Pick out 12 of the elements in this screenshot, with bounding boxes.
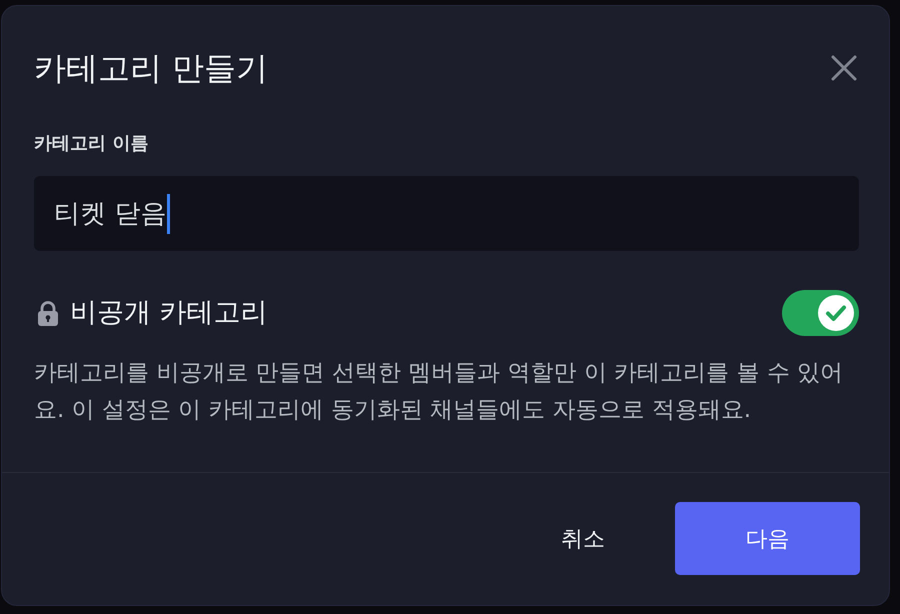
check-icon [817,294,855,332]
toggle-switch[interactable] [782,290,859,336]
setting-label: 비공개 카테고리 [70,296,268,330]
dialog-title: 카테고리 만들기 [34,49,268,87]
text-field[interactable]: 티켓 닫음 [34,176,859,251]
close-icon [831,55,857,81]
cancel-button[interactable]: 취소 [515,502,651,575]
lock-icon [37,300,59,326]
field-label: 카테고리 이름 [34,133,150,155]
setting-description: 카테고리를 비공개로 만들면 선택한 멤버들과 역할만 이 카테고리를 볼 수 있어요. 이 설정은 이 카테고리에 동기화된 채널들에도 자동으로 적용돼요. [34,359,844,425]
close-button[interactable] [829,53,859,83]
next-button[interactable]: 다음 [675,502,860,575]
